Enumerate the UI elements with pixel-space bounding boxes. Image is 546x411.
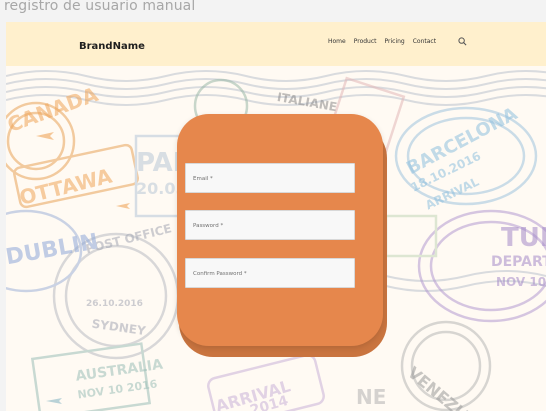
brand-logo[interactable]: BrandName <box>79 41 145 52</box>
nav-links: Home Product Pricing Contact <box>328 38 436 45</box>
svg-text:26.10.2016: 26.10.2016 <box>86 299 143 309</box>
password-field[interactable]: Password * <box>185 210 355 240</box>
page-caption: registro de usuario manual <box>4 0 196 14</box>
registration-form-card: Email * Password * Confirm Password * <box>177 114 383 346</box>
top-navbar: BrandName Home Product Pricing Contact <box>6 22 546 66</box>
browser-viewport: CANADA OTTAWA PARIS 20.05 ITALIANE BARCE… <box>6 22 546 411</box>
svg-text:DEPARTURE: DEPARTURE <box>491 254 546 270</box>
svg-text:TURK: TURK <box>501 223 546 253</box>
nav-link-product[interactable]: Product <box>354 38 377 45</box>
nav-link-pricing[interactable]: Pricing <box>385 38 405 45</box>
search-icon[interactable] <box>458 37 467 46</box>
svg-text:NE: NE <box>356 385 386 409</box>
email-field[interactable]: Email * <box>185 163 355 193</box>
confirm-password-field[interactable]: Confirm Password * <box>185 258 355 288</box>
svg-text:NOV 10 2016: NOV 10 2016 <box>496 275 546 289</box>
nav-link-home[interactable]: Home <box>328 38 346 45</box>
nav-link-contact[interactable]: Contact <box>413 38 436 45</box>
